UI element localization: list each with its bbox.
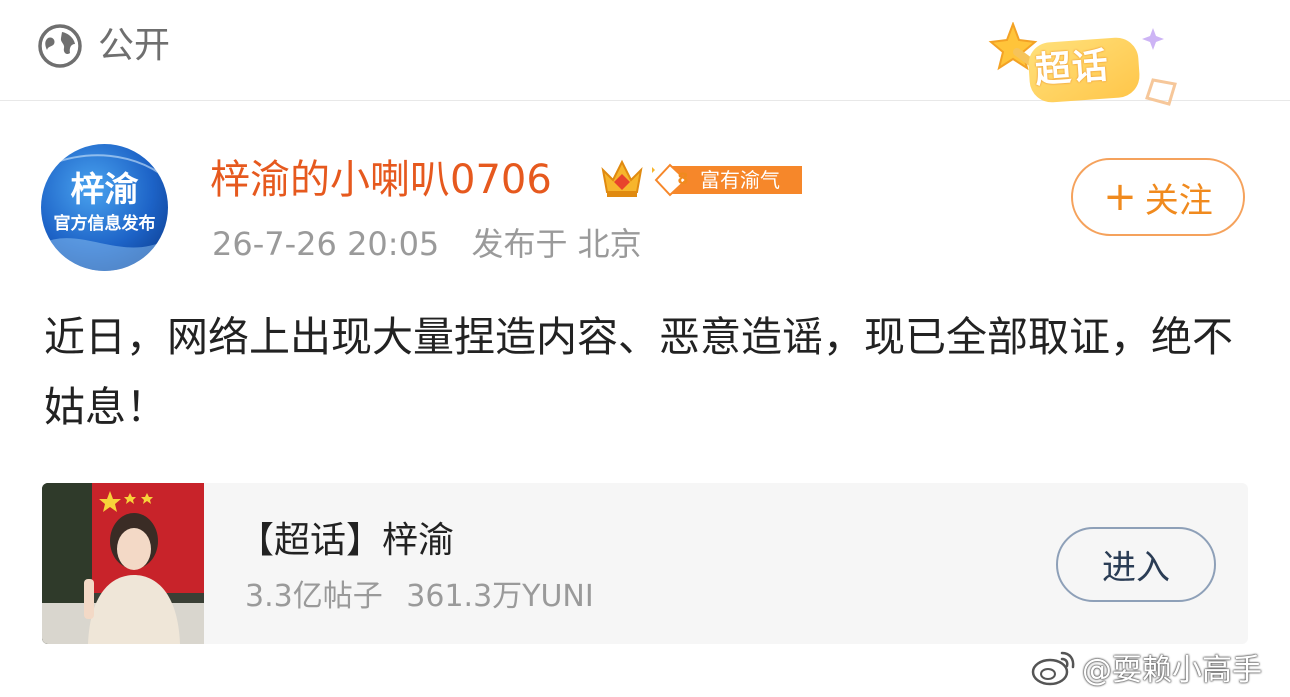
globe-icon [38,24,82,68]
topic-title: 【超话】梓渝 [238,520,455,561]
super-topic-card[interactable]: 【超话】梓渝 3.3亿帖子 361.3万YUNI 进入 [42,483,1248,644]
post-location: 发布于 北京 [471,225,642,263]
follow-button-label: 关注 [1144,180,1213,221]
watermark: @耍赖小高手 [1030,642,1262,692]
visibility-label[interactable]: 公开 [98,24,170,68]
crown-icon [601,159,643,197]
topic-stats: 3.3亿帖子 361.3万YUNI [245,577,594,617]
enter-button[interactable]: 进入 [1056,527,1216,602]
level-number: 8 [677,169,689,188]
post-meta: 26-7-26 20:05 发布于 北京 [212,222,642,266]
super-topic-badge-label: 超话 [1033,45,1111,92]
topic-fan-count: 361.3万YUNI [406,579,594,614]
avatar-subtitle: 官方信息发布 [53,214,156,234]
weibo-logo-icon [1031,651,1075,686]
post-date: 26-7-26 20:05 [212,225,440,263]
topic-cover-image [42,483,204,644]
plus-icon: + [1103,174,1137,220]
post-body: 近日，网络上出现大量捏造内容、恶意造谣，现已全部取证，绝不姑息！ [44,313,1233,431]
avatar[interactable]: 梓渝 官方信息发布 [41,144,168,271]
author-name[interactable]: 梓渝的小喇叭0706 [210,154,552,206]
topic-post-count: 3.3亿帖子 [245,579,383,614]
watermark-text: @耍赖小高手 [1082,653,1262,688]
top-bar: 公开 超话 [0,0,1290,106]
level-label: 富有渝气 [700,168,780,192]
follow-button[interactable]: + 关注 [1071,158,1245,236]
avatar-title: 梓渝 [70,170,139,210]
